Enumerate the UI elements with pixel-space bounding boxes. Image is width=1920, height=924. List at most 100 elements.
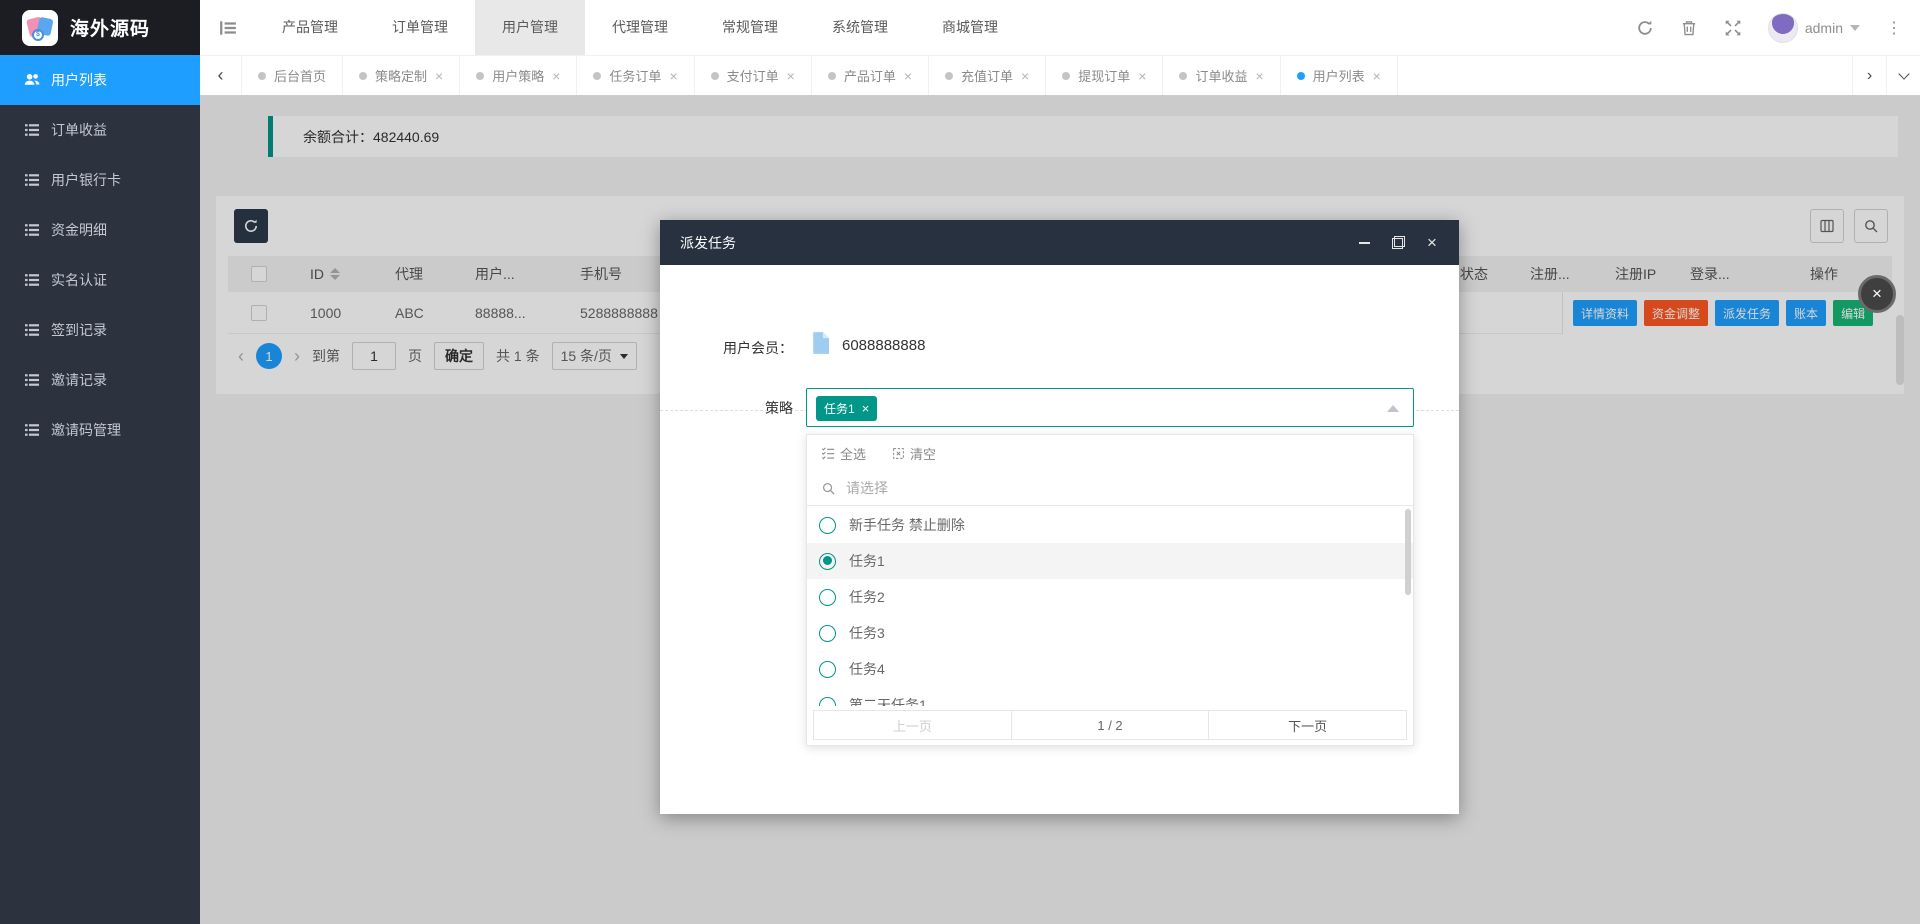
sidebar-item-user-list[interactable]: 用户列表 [0, 55, 200, 105]
top-bar: 海外源码 产品管理 订单管理 用户管理 代理管理 常规管理 系统管理 商城管理 … [0, 0, 1920, 55]
sidebar-item-invite-records[interactable]: 邀请记录 [0, 355, 200, 405]
kebab-menu-icon[interactable]: ⋮ [1886, 18, 1902, 38]
user-menu[interactable]: admin [1768, 13, 1860, 43]
tab-close-icon[interactable] [1021, 69, 1029, 83]
tab-close-icon[interactable] [787, 69, 795, 83]
sidebar-item-real-name[interactable]: 实名认证 [0, 255, 200, 305]
tab-close-icon[interactable] [669, 69, 677, 83]
app-root: 海外源码 产品管理 订单管理 用户管理 代理管理 常规管理 系统管理 商城管理 … [0, 0, 1920, 924]
option-day2-task-1[interactable]: 第二天任务1 [807, 687, 1413, 706]
nav-item-general[interactable]: 常规管理 [695, 0, 805, 55]
tab-product-orders[interactable]: 产品订单 [812, 56, 929, 95]
sidebar-item-label: 资金明细 [51, 220, 107, 240]
list-icon [24, 222, 40, 238]
list-icon [24, 172, 40, 188]
avatar[interactable] [1768, 13, 1798, 43]
tab-home[interactable]: 后台首页 [242, 56, 343, 95]
sidebar-item-label: 实名认证 [51, 270, 107, 290]
tab-strategy-custom[interactable]: 策略定制 [343, 56, 460, 95]
tabs-scroll-left-icon[interactable]: ‹ [200, 56, 242, 95]
minimize-icon[interactable] [1357, 236, 1371, 250]
tab-close-icon[interactable] [904, 69, 912, 83]
tab-dot [476, 72, 484, 80]
sidebar-item-fund-details[interactable]: 资金明细 [0, 205, 200, 255]
selected-tag: 任务1 [816, 396, 877, 421]
tab-close-icon[interactable] [435, 69, 443, 83]
restore-icon[interactable] [1391, 236, 1405, 250]
tab-user-list[interactable]: 用户列表 [1281, 56, 1398, 95]
radio-icon [819, 625, 836, 642]
nav-item-orders[interactable]: 订单管理 [365, 0, 475, 55]
tabs-menu-icon[interactable] [1886, 56, 1920, 95]
option-task-4[interactable]: 任务4 [807, 651, 1413, 687]
dropdown-next-page[interactable]: 下一页 [1208, 711, 1406, 739]
tab-pay-orders[interactable]: 支付订单 [695, 56, 812, 95]
radio-icon [819, 517, 836, 534]
nav-item-system[interactable]: 系统管理 [805, 0, 915, 55]
sidebar-item-bank-cards[interactable]: 用户银行卡 [0, 155, 200, 205]
file-icon[interactable] [812, 332, 829, 354]
collapse-sidebar-icon[interactable] [200, 0, 255, 55]
tab-withdraw-orders[interactable]: 提现订单 [1046, 56, 1163, 95]
trash-icon[interactable] [1680, 19, 1698, 37]
select-all-control[interactable]: 全选 [821, 444, 866, 463]
nav-item-products[interactable]: 产品管理 [255, 0, 365, 55]
tag-remove-icon[interactable] [862, 401, 870, 416]
option-label: 任务1 [849, 551, 885, 571]
tab-dot [828, 72, 836, 80]
tab-label: 后台首页 [274, 66, 326, 85]
strategy-label: 策略 [660, 398, 793, 418]
option-label: 任务4 [849, 659, 885, 679]
tab-close-icon[interactable] [552, 69, 560, 83]
tab-user-strategy[interactable]: 用户策略 [460, 56, 577, 95]
nav-item-users[interactable]: 用户管理 [475, 0, 585, 55]
option-task-1[interactable]: 任务1 [807, 543, 1413, 579]
tab-dot [1062, 72, 1070, 80]
page-scrollbar-thumb[interactable] [1896, 315, 1904, 385]
dropdown-scrollbar-thumb[interactable] [1405, 509, 1411, 595]
tab-task-orders[interactable]: 任务订单 [577, 56, 694, 95]
sidebar-item-label: 邀请码管理 [51, 420, 121, 440]
tab-recharge-orders[interactable]: 充值订单 [929, 56, 1046, 95]
option-label: 任务2 [849, 587, 885, 607]
option-task-3[interactable]: 任务3 [807, 615, 1413, 651]
tab-order-earnings[interactable]: 订单收益 [1163, 56, 1280, 95]
sidebar-item-invite-codes[interactable]: 邀请码管理 [0, 405, 200, 455]
sidebar-item-label: 订单收益 [51, 120, 107, 140]
tab-label: 充值订单 [961, 66, 1013, 85]
tab-label: 策略定制 [375, 66, 427, 85]
option-task-2[interactable]: 任务2 [807, 579, 1413, 615]
list-icon [24, 372, 40, 388]
tabs-strip: 后台首页 策略定制 用户策略 任务订单 支付订单 产品订单 充值订单 提现订单 … [242, 56, 1852, 95]
radio-icon [819, 661, 836, 678]
sidebar-item-order-earnings[interactable]: 订单收益 [0, 105, 200, 155]
dropdown-prev-page[interactable]: 上一页 [814, 711, 1011, 739]
sidebar-item-checkin-records[interactable]: 签到记录 [0, 305, 200, 355]
tabs-scroll-right-icon[interactable]: › [1852, 56, 1886, 95]
strategy-multiselect[interactable]: 任务1 [806, 388, 1414, 427]
fullscreen-icon[interactable] [1724, 19, 1742, 37]
member-label: 用户会员： [660, 338, 793, 358]
clear-control[interactable]: 清空 [892, 444, 936, 463]
clear-icon [892, 447, 905, 460]
tab-label: 支付订单 [727, 66, 779, 85]
tab-close-icon[interactable] [1373, 69, 1381, 83]
tabs-right-controls: › [1852, 56, 1920, 95]
tab-close-icon[interactable] [1138, 69, 1146, 83]
tab-dot [1297, 72, 1305, 80]
dispatch-task-modal: 派发任务 用户会员： 6088888888 策略 任务1 [660, 220, 1459, 814]
brand-logo: 海外源码 [0, 0, 200, 55]
tab-close-icon[interactable] [1255, 69, 1263, 83]
top-right-tools: admin ⋮ [1636, 0, 1920, 55]
option-newbie-task[interactable]: 新手任务 禁止删除 [807, 507, 1413, 543]
close-icon[interactable] [1425, 236, 1439, 250]
floating-close-button[interactable] [1858, 275, 1896, 313]
chevron-down-icon [1850, 25, 1860, 31]
radio-icon [819, 553, 836, 570]
refresh-icon[interactable] [1636, 19, 1654, 37]
nav-item-agents[interactable]: 代理管理 [585, 0, 695, 55]
nav-item-mall[interactable]: 商城管理 [915, 0, 1025, 55]
tab-dot [1179, 72, 1187, 80]
tab-label: 提现订单 [1078, 66, 1130, 85]
dropdown-search-input[interactable] [846, 480, 1366, 496]
